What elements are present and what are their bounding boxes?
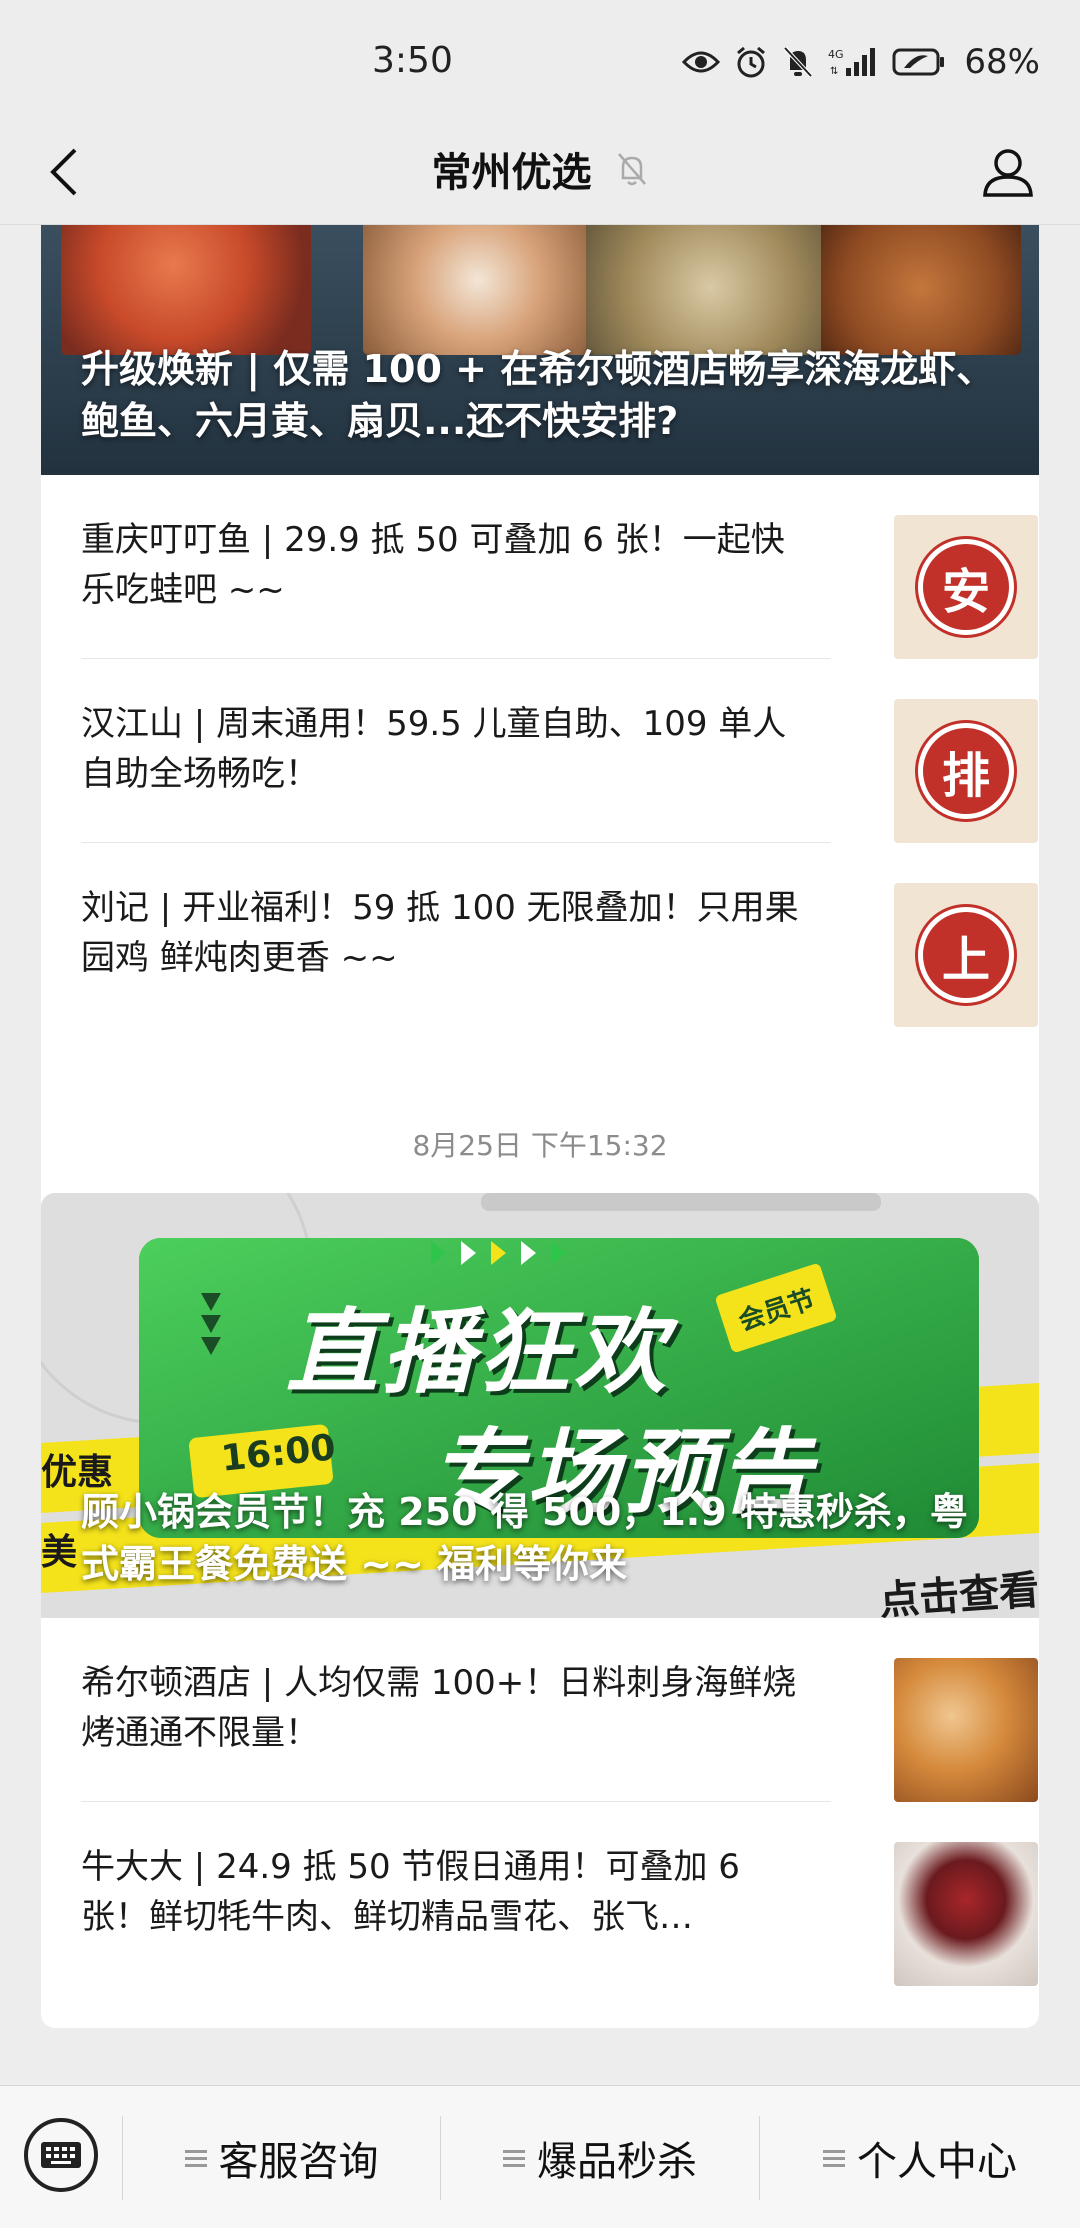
article-thumbnail: 排 — [894, 699, 1038, 843]
eye-icon — [682, 51, 721, 73]
article-row[interactable]: 牛大大 | 24.9 抵 50 节假日通用！可叠加 6 张！鲜切牦牛肉、鲜切精品… — [81, 1802, 1038, 1986]
svg-text:4G: 4G — [828, 48, 844, 61]
menu-item-label: 爆品秒杀 — [537, 2138, 697, 2185]
stamp-badge: 排 — [918, 723, 1014, 819]
abalone-image — [586, 225, 836, 355]
article-cover-2[interactable]: 直播狂欢 专场预告 会员节 16:00 优惠 美 点击查看 顾小锅会员节！充 2… — [41, 1193, 1039, 1618]
user-icon — [983, 149, 1033, 197]
stamp-badge: 安 — [918, 539, 1014, 635]
article-title: 刘记 | 开业福利！59 抵 100 无限叠加！只用果园鸡 鲜炖肉更香 ~~ — [81, 888, 799, 978]
article-row[interactable]: 刘记 | 开业福利！59 抵 100 无限叠加！只用果园鸡 鲜炖肉更香 ~~ 上 — [81, 843, 1038, 1027]
article-title: 汉江山 | 周末通用！59.5 儿童自助、109 单人自助全场畅吃！ — [81, 704, 787, 794]
article-thumbnail: 安 — [894, 515, 1038, 659]
status-time: 3:50 — [372, 40, 453, 81]
keyboard-icon — [41, 2142, 81, 2168]
message-feed[interactable]: 升级焕新 | 仅需 100 + 在希尔顿酒店畅享深海龙虾、鲍鱼、六月黄、扇贝..… — [0, 225, 1080, 2085]
article-row[interactable]: 汉江山 | 周末通用！59.5 儿童自助、109 单人自助全场畅吃！ 排 — [81, 659, 1038, 843]
article-thumbnail: 上 — [894, 883, 1038, 1027]
bell-muted-icon — [783, 46, 813, 78]
bottom-menu-bar: 客服咨询 爆品秒杀 个人中心 — [0, 2085, 1080, 2228]
article-title: 希尔顿酒店 | 人均仅需 100+！日料刺身海鲜烧烤通通不限量！ — [81, 1663, 797, 1753]
menu-item-label: 客服咨询 — [218, 2138, 379, 2185]
message-timestamp: 8月25日 下午15:32 — [412, 1129, 668, 1162]
dishes-image — [363, 225, 593, 355]
article-cover-title-2: 顾小锅会员节！充 250 得 500，1.9 特惠秒杀，粤式霸王餐免费送 ~~ … — [81, 1490, 968, 1586]
battery-percent: 68% — [964, 42, 1040, 82]
article-title: 重庆叮叮鱼 | 29.9 抵 50 可叠加 6 张！一起快乐吃蛙吧 ~~ — [81, 520, 785, 610]
article-row[interactable]: 希尔顿酒店 | 人均仅需 100+！日料刺身海鲜烧烤通通不限量！ — [81, 1618, 1038, 1802]
stamp-badge: 上 — [918, 907, 1014, 1003]
svg-text:⇅: ⇅ — [830, 66, 838, 77]
article-cover-1[interactable]: 升级焕新 | 仅需 100 + 在希尔顿酒店畅享深海龙虾、鲍鱼、六月黄、扇贝..… — [41, 225, 1039, 475]
profile-button[interactable] — [970, 134, 1046, 210]
status-icons: 4G ⇅ 68% — [682, 40, 1040, 84]
menu-item-label: 个人中心 — [857, 2138, 1017, 2185]
wechat-official-account-screen: 3:50 4G ⇅ 68% 常州优选 升级焕新 | 仅需 100 + 在希尔顿酒… — [0, 0, 1080, 2228]
status-bar: 3:50 4G ⇅ 68% — [0, 0, 1080, 120]
article-title: 牛大大 | 24.9 抵 50 节假日通用！可叠加 6 张！鲜切牦牛肉、鲜切精品… — [81, 1847, 740, 1937]
signal-icon: 4G ⇅ — [828, 48, 876, 77]
menu-item-flash-sale[interactable]: 爆品秒杀 — [441, 2086, 759, 2228]
menu-lines-icon — [503, 2149, 525, 2167]
nav-bar: 常州优选 — [0, 120, 1080, 224]
page-title: 常州优选 — [431, 150, 592, 196]
menu-item-customer-service[interactable]: 客服咨询 — [123, 2086, 440, 2228]
menu-lines-icon — [184, 2149, 207, 2167]
nav-title-wrap: 常州优选 — [0, 140, 1080, 198]
battery-icon — [892, 48, 945, 76]
menu-item-personal-center[interactable]: 个人中心 — [760, 2086, 1080, 2228]
article-thumbnail — [894, 1658, 1038, 1802]
banner-side-left-2: 美 — [41, 1532, 78, 1573]
article-cover-title-1: 升级焕新 | 仅需 100 + 在希尔顿酒店畅享深海龙虾、鲍鱼、六月黄、扇贝..… — [81, 347, 995, 443]
steak-image — [821, 225, 1021, 355]
article-card-1: 升级焕新 | 仅需 100 + 在希尔顿酒店畅享深海龙虾、鲍鱼、六月黄、扇贝..… — [41, 225, 1039, 1274]
banner-headline-1: 直播狂欢 — [286, 1299, 671, 1406]
crab-image — [61, 225, 311, 355]
article-row[interactable]: 重庆叮叮鱼 | 29.9 抵 50 可叠加 6 张！一起快乐吃蛙吧 ~~ 安 — [81, 475, 1038, 659]
menu-lines-icon — [823, 2149, 845, 2167]
alarm-icon — [737, 46, 766, 78]
keyboard-toggle-button[interactable] — [24, 2118, 98, 2192]
mute-notification-icon — [617, 153, 646, 186]
article-thumbnail — [894, 1842, 1038, 1986]
article-card-2: 直播狂欢 专场预告 会员节 16:00 优惠 美 点击查看 顾小锅会员节！充 2… — [41, 1193, 1039, 2028]
